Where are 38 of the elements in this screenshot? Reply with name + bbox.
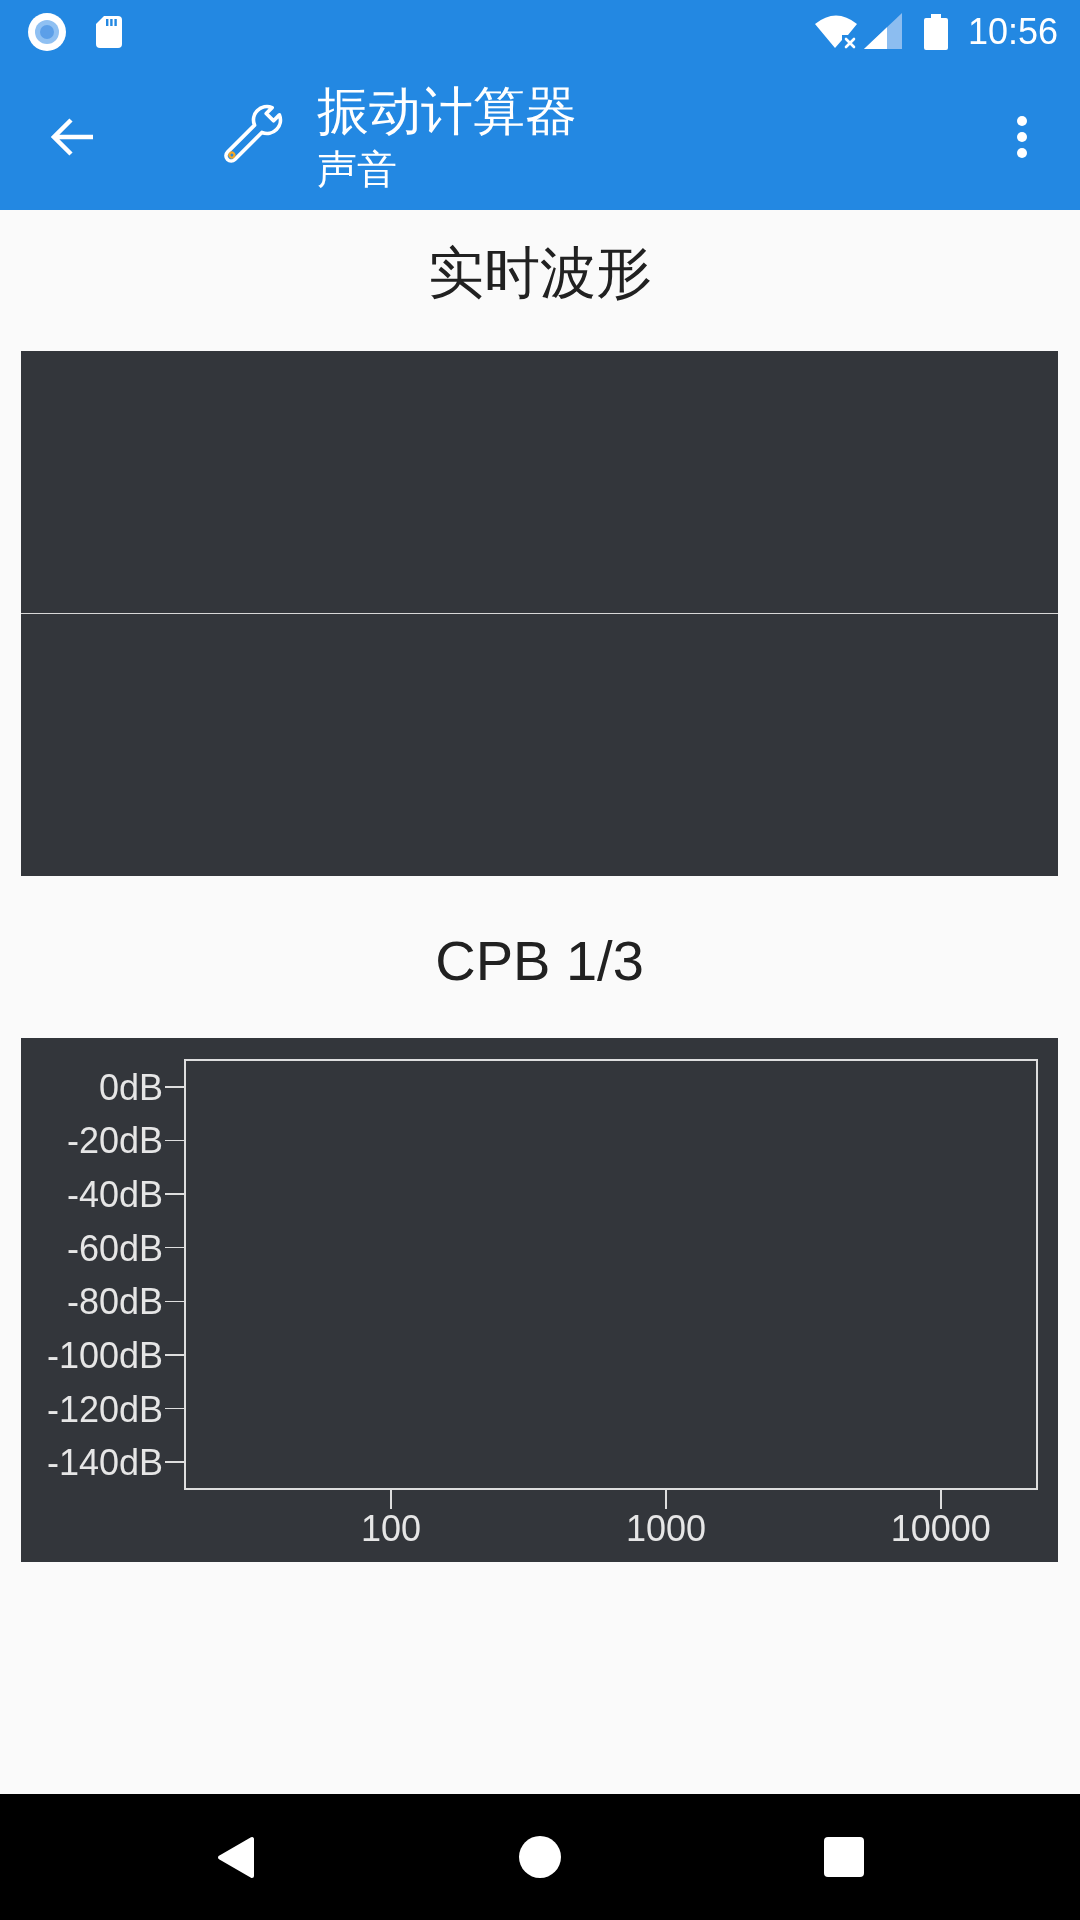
app-subtitle: 声音 [317,145,397,193]
back-icon[interactable] [216,1835,255,1879]
overflow-menu-icon[interactable] [1017,115,1027,158]
axis-tick-label: 0dB [98,1066,163,1108]
chart-title: CPB 1/3 [435,928,644,994]
tick-mark [164,1086,186,1088]
app-title: 振动计算器 [317,80,577,141]
recent-apps-icon[interactable] [823,1837,864,1877]
sd-card-icon [96,15,122,48]
axis-tick-label: 10000 [890,1508,991,1549]
axis-tick-label: -120dB [46,1388,163,1430]
axis-tick-label: -20dB [66,1120,163,1162]
tick-mark [164,1246,186,1249]
axis-tick-label: 1000 [625,1508,706,1549]
axis-tick-label: 100 [361,1508,422,1549]
signal-icon [863,12,902,49]
battery-icon [923,13,948,50]
tick-mark [164,1300,186,1303]
tick-mark [164,1461,186,1463]
tick-mark [665,1488,667,1510]
axis-tick-label: -40dB [66,1174,163,1216]
axis-tick-label: -80dB [66,1281,163,1323]
axis-tick-label: -100dB [46,1334,163,1376]
wifi-x-icon [814,14,859,49]
tick-mark [164,1407,186,1410]
tick-mark [164,1193,186,1195]
axis-tick-label: -140dB [46,1442,163,1484]
home-icon[interactable] [518,1836,561,1878]
status-time: 10:56 [967,10,1058,53]
tick-mark [940,1488,942,1510]
wrench-icon [221,103,283,166]
axis-tick-label: -60dB [66,1227,163,1269]
tick-mark [164,1354,186,1356]
section-title: 实时波形 [427,239,652,306]
tick-mark [390,1488,392,1510]
tick-mark [164,1139,186,1142]
target-circle-icon [28,12,66,51]
back-arrow-icon[interactable] [51,117,95,156]
